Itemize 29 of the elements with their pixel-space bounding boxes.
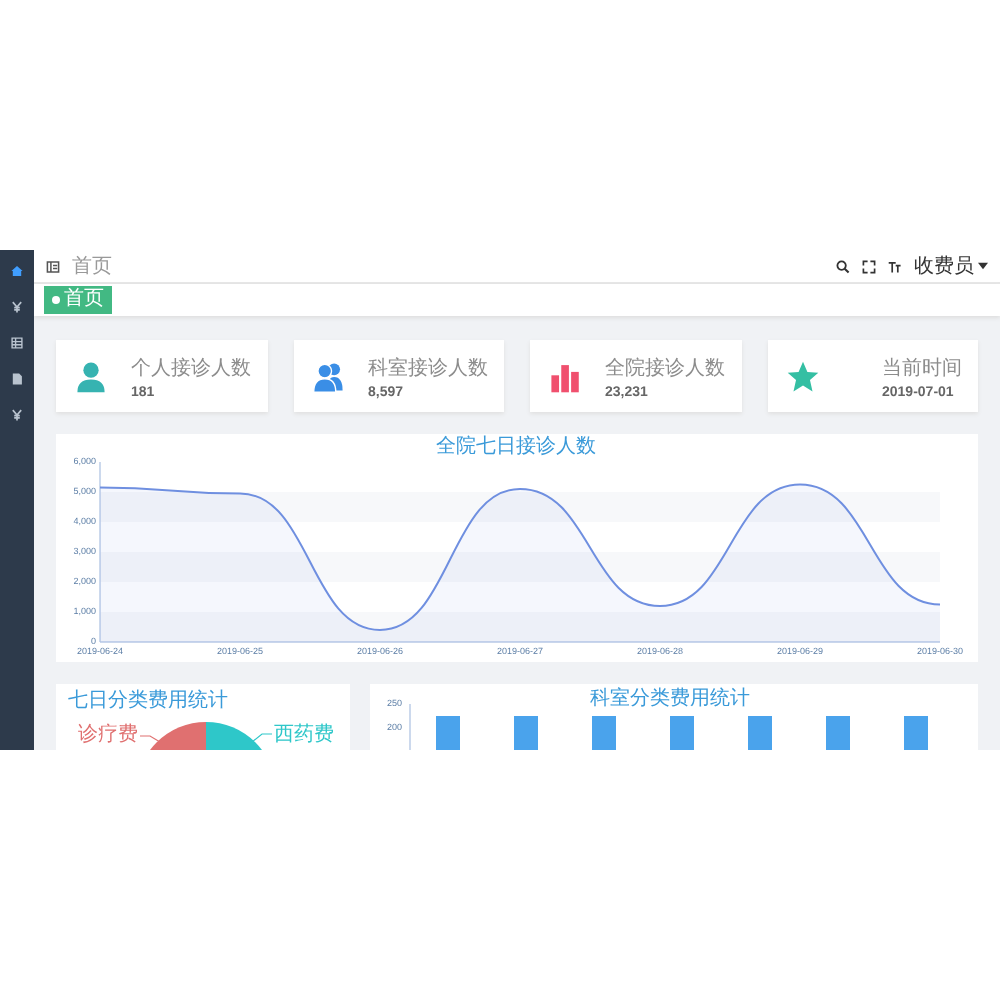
star-icon: [785, 359, 819, 393]
tab[interactable]: 首页: [44, 286, 112, 314]
caret-icon: [978, 262, 988, 270]
home-icon[interactable]: [10, 264, 24, 278]
pie-label: 诊疗费: [78, 724, 138, 746]
bar-chart-icon: [548, 359, 582, 393]
fullscreen-icon[interactable]: [862, 259, 876, 273]
stat-label: 个人接诊人数: [131, 355, 251, 381]
leader-line: [139, 735, 161, 743]
document-icon[interactable]: [10, 372, 24, 386]
chart-title: 七日分类费用统计: [68, 690, 228, 712]
leader-line: [251, 733, 273, 743]
y-axis: [409, 703, 411, 750]
chart-title: 全院七日接诊人数: [436, 436, 596, 458]
chart-title: 科室分类费用统计: [590, 688, 750, 710]
breadcrumb[interactable]: 首页: [72, 252, 824, 280]
pie-label: 西药费: [274, 724, 334, 746]
people-icon: [311, 359, 345, 393]
table-icon[interactable]: [10, 336, 24, 350]
font-size-icon[interactable]: [888, 259, 902, 273]
stat-label: 当前时间: [882, 355, 962, 381]
stat-label: 科室接诊人数: [368, 355, 488, 381]
menu-icon[interactable]: [46, 259, 60, 273]
user-menu[interactable]: 收费员: [914, 252, 988, 280]
person-icon: [74, 359, 108, 393]
search-icon[interactable]: [836, 259, 850, 273]
yen-icon[interactable]: [10, 408, 24, 422]
stat-label: 全院接诊人数: [605, 355, 725, 381]
yen-icon[interactable]: [10, 300, 24, 314]
